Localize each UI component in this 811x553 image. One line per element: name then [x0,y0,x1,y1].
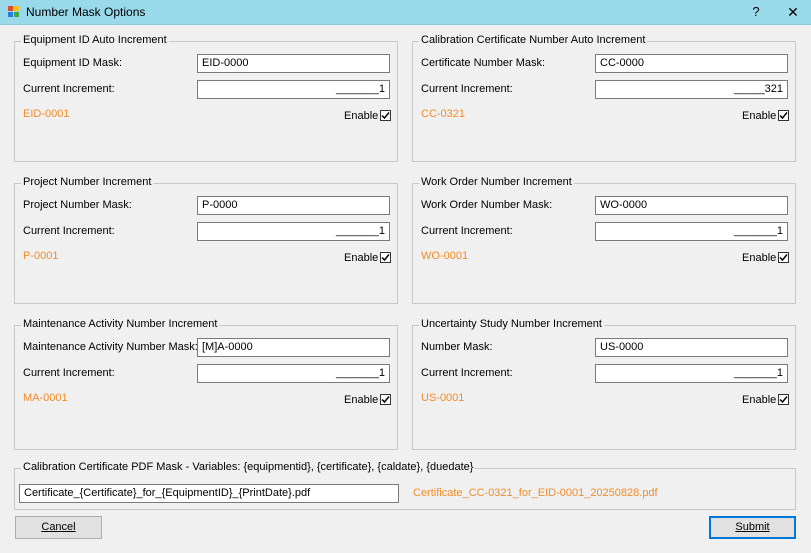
enable-label: Enable [344,110,379,122]
group-title: Project Number Increment [21,176,154,188]
group-title: Uncertainty Study Number Increment [419,318,604,330]
project-mask-input[interactable]: P-0000 [197,196,390,215]
cancel-button[interactable]: Cancel [15,516,102,539]
preview-text: MA-0001 [23,392,68,404]
group-project-number: Project Number Increment Project Number … [14,176,398,304]
group-title: Equipment ID Auto Increment [21,34,169,46]
work-order-increment-input[interactable]: _______1 [595,222,788,241]
cancel-button-label: Cancel [41,521,76,533]
enable-label: Enable [742,394,777,406]
mask-label: Work Order Number Mask: [421,199,553,211]
enable-label: Enable [742,252,777,264]
preview-text: EID-0001 [23,108,70,120]
pdf-preview-text: Certificate_CC-0321_for_EID-0001_2025082… [413,487,658,499]
certificate-increment-input[interactable]: _____321 [595,80,788,99]
mask-label: Number Mask: [421,341,493,353]
preview-text: CC-0321 [421,108,466,120]
group-work-order: Work Order Number Increment Work Order N… [412,176,796,304]
maintenance-mask-input[interactable]: [M]A-0000 [197,338,390,357]
checkmark-icon [779,396,788,404]
group-title: Work Order Number Increment [419,176,574,188]
checkmark-icon [381,112,390,120]
increment-label: Current Increment: [421,83,513,95]
window-title: Number Mask Options [26,5,146,19]
work-order-mask-input[interactable]: WO-0000 [595,196,788,215]
group-title: Calibration Certificate Number Auto Incr… [419,34,648,46]
enable-checkbox[interactable] [778,252,789,263]
group-calibration-certificate: Calibration Certificate Number Auto Incr… [412,34,796,162]
uncertainty-increment-input[interactable]: _______1 [595,364,788,383]
increment-label: Current Increment: [421,367,513,379]
checkmark-icon [381,254,390,262]
app-icon [8,6,20,18]
uncertainty-mask-input[interactable]: US-0000 [595,338,788,357]
certificate-mask-input[interactable]: CC-0000 [595,54,788,73]
enable-label: Enable [742,110,777,122]
preview-text: P-0001 [23,250,59,262]
mask-label: Project Number Mask: [23,199,132,211]
preview-text: WO-0001 [421,250,469,262]
help-icon[interactable]: ? [747,3,765,21]
increment-label: Current Increment: [23,83,115,95]
mask-label: Certificate Number Mask: [421,57,546,69]
increment-label: Current Increment: [23,225,115,237]
enable-label: Enable [344,252,379,264]
close-icon[interactable]: ✕ [784,3,802,21]
checkmark-icon [779,112,788,120]
equipment-id-increment-input[interactable]: _______1 [197,80,390,99]
enable-checkbox[interactable] [778,394,789,405]
checkmark-icon [779,254,788,262]
preview-text: US-0001 [421,392,465,404]
enable-checkbox[interactable] [778,110,789,121]
project-increment-input[interactable]: _______1 [197,222,390,241]
mask-label: Equipment ID Mask: [23,57,123,69]
group-uncertainty-study: Uncertainty Study Number Increment Numbe… [412,318,796,450]
title-bar: Number Mask Options ? ✕ [0,0,811,25]
equipment-id-mask-input[interactable]: EID-0000 [197,54,390,73]
maintenance-increment-input[interactable]: _______1 [197,364,390,383]
increment-label: Current Increment: [23,367,115,379]
enable-checkbox[interactable] [380,394,391,405]
group-maintenance-activity: Maintenance Activity Number Increment Ma… [14,318,398,450]
checkmark-icon [381,396,390,404]
group-equipment-id: Equipment ID Auto Increment Equipment ID… [14,34,398,162]
group-pdf-mask: Calibration Certificate PDF Mask - Varia… [14,461,796,510]
submit-button-label: Submit [735,521,770,533]
pdf-mask-input[interactable]: Certificate_{Certificate}_for_{Equipment… [19,484,399,503]
enable-checkbox[interactable] [380,252,391,263]
group-title: Calibration Certificate PDF Mask - Varia… [21,461,476,473]
increment-label: Current Increment: [421,225,513,237]
mask-label: Maintenance Activity Number Mask: [23,341,198,353]
group-title: Maintenance Activity Number Increment [21,318,220,330]
enable-checkbox[interactable] [380,110,391,121]
enable-label: Enable [344,394,379,406]
submit-button[interactable]: Submit [709,516,796,539]
